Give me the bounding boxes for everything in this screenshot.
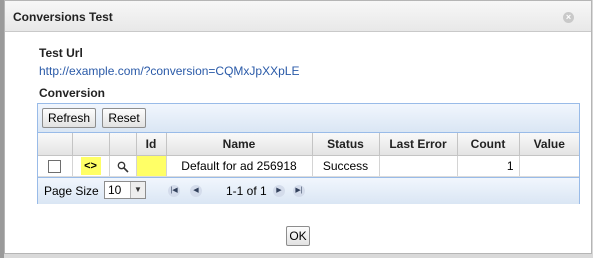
column-header-value[interactable]: Value [519, 133, 579, 156]
column-header-id[interactable]: Id [136, 133, 167, 156]
column-header-last-error[interactable]: Last Error [379, 133, 458, 156]
row-id-cell [136, 155, 167, 177]
column-header-name[interactable]: Name [166, 133, 313, 156]
grid-pager: Page Size 10 ▼ |◀ ◀ 1-1 of 1 ▶ ▶| [38, 177, 579, 204]
page-size-select[interactable]: 10 ▼ [104, 181, 146, 199]
row-value-cell [519, 155, 579, 177]
close-icon[interactable]: × [563, 12, 574, 23]
row-checkbox[interactable] [48, 160, 62, 174]
last-page-icon[interactable]: ▶| [293, 185, 305, 197]
column-header-code [72, 133, 110, 156]
first-page-icon[interactable]: |◀ [168, 185, 180, 197]
conversion-table: Id Name Status Last Error Count Value <> [38, 133, 579, 177]
dialog-title: Conversions Test [13, 10, 113, 24]
grid-toolbar: Refresh Reset [38, 104, 579, 133]
table-row: <> Default for ad 256918 Success 1 [38, 155, 579, 177]
search-icon[interactable] [117, 161, 129, 173]
test-url-link[interactable]: http://example.com/?conversion=CQMxJpXXp… [39, 64, 299, 78]
row-status-cell: Success [312, 155, 380, 177]
page-size-label: Page Size [44, 184, 99, 198]
column-header-status[interactable]: Status [312, 133, 380, 156]
table-header-row: Id Name Status Last Error Count Value [38, 133, 579, 156]
previous-page-icon[interactable]: ◀ [190, 185, 202, 197]
row-code-cell: <> [72, 155, 110, 177]
column-header-select [38, 133, 73, 156]
test-url-label: Test Url [39, 46, 83, 60]
row-search-cell [109, 155, 137, 177]
ok-button[interactable]: OK [286, 226, 310, 246]
pager-info: 1-1 of 1 [226, 184, 267, 198]
conversion-label: Conversion [39, 86, 106, 100]
row-name-cell: Default for ad 256918 [166, 155, 313, 177]
page-size-value: 10 [108, 183, 122, 197]
conversions-test-dialog: Conversions Test × Test Url http://examp… [4, 0, 592, 254]
dialog-titlebar: Conversions Test × [5, 1, 591, 32]
row-last-error-cell [379, 155, 458, 177]
refresh-button[interactable]: Refresh [42, 108, 96, 128]
column-header-count[interactable]: Count [457, 133, 520, 156]
code-icon[interactable]: <> [80, 157, 101, 175]
chevron-down-icon[interactable]: ▼ [130, 182, 145, 198]
conversion-grid: Refresh Reset Id Name Status Last Error … [37, 103, 580, 204]
row-count-cell: 1 [457, 155, 520, 177]
column-header-search [109, 133, 137, 156]
reset-button[interactable]: Reset [102, 108, 146, 128]
next-page-icon[interactable]: ▶ [273, 185, 285, 197]
row-select-cell [38, 155, 73, 177]
